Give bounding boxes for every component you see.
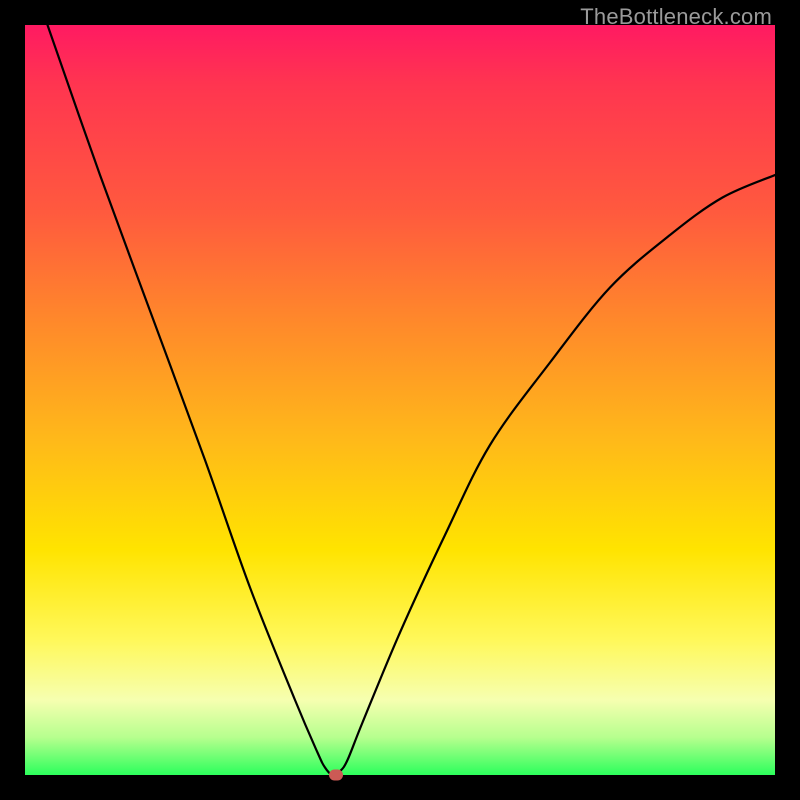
chart-frame: TheBottleneck.com xyxy=(0,0,800,800)
bottleneck-curve xyxy=(25,25,775,775)
plot-area xyxy=(25,25,775,775)
minimum-marker xyxy=(329,770,343,781)
